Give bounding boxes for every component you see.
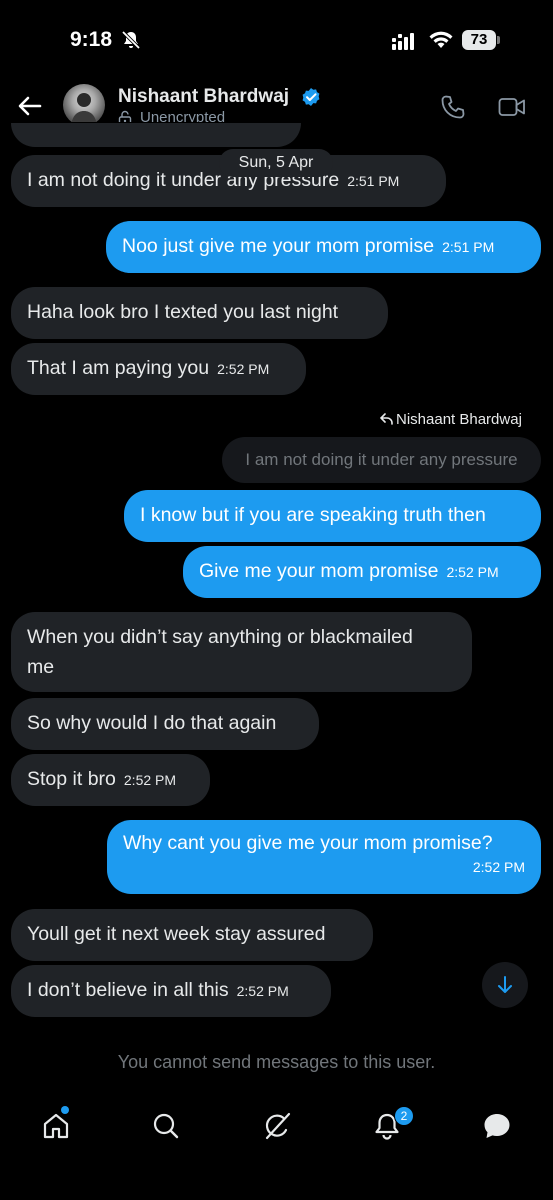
signal-icon xyxy=(392,33,414,50)
reply-label-text: Nishaant Bhardwaj xyxy=(396,411,522,428)
message-text: I don’t believe in all this xyxy=(27,979,229,1001)
status-time: 9:18 xyxy=(70,28,113,51)
battery-icon: 73 xyxy=(462,30,500,50)
message-time: 2:52 PM xyxy=(236,983,289,999)
message-text-line2: me xyxy=(27,656,55,678)
message-bubble[interactable]: Stop it bro 2:52 PM xyxy=(11,754,210,806)
message-text: When you didn’t say anything or blackmai… xyxy=(27,626,413,648)
wifi-icon xyxy=(429,31,453,48)
message-time: 2:52 PM xyxy=(446,564,499,580)
message-text: Why cant you give me your mom promise? xyxy=(123,832,493,854)
message-time: 2:51 PM xyxy=(347,173,400,189)
message-bubble[interactable]: Why cant you give me your mom promise? 2… xyxy=(107,820,541,894)
message-text: Stop it bro xyxy=(27,768,116,790)
verified-badge-icon xyxy=(302,88,320,106)
message-text: So why would I do that again xyxy=(27,712,277,734)
message-text: That I am paying you xyxy=(27,357,210,379)
video-icon[interactable] xyxy=(498,95,526,119)
message-bubble[interactable]: Noo just give me your mom promise 2:51 PM xyxy=(106,221,541,273)
message-bubble[interactable]: I know but if you are speaking truth the… xyxy=(124,490,541,542)
message-bubble[interactable]: That I am paying you 2:52 PM xyxy=(11,343,306,395)
message-text: Give me your mom promise xyxy=(199,560,439,582)
message-bubble[interactable]: Haha look bro I texted you last night xyxy=(11,287,388,339)
scroll-to-bottom-button[interactable] xyxy=(482,962,528,1008)
message-text: I know but if you are speaking truth the… xyxy=(140,504,486,526)
phone-icon[interactable] xyxy=(440,94,466,120)
message-text: Noo just give me your mom promise xyxy=(122,235,435,257)
search-icon[interactable] xyxy=(151,1111,181,1141)
message-time: 2:51 PM xyxy=(442,239,495,255)
home-icon[interactable] xyxy=(41,1111,71,1141)
cannot-message-notice: You cannot send messages to this user. xyxy=(117,1052,436,1072)
bell-off-icon xyxy=(121,30,141,50)
message-time: 2:52 PM xyxy=(472,859,525,875)
battery-level: 73 xyxy=(470,31,488,48)
reply-label: Nishaant Bhardwaj xyxy=(380,411,522,428)
message-time: 2:52 PM xyxy=(217,361,270,377)
notification-badge: 2 xyxy=(394,1106,414,1126)
grok-icon[interactable] xyxy=(262,1111,292,1141)
reply-icon xyxy=(380,413,393,425)
message-text: Haha look bro I texted you last night xyxy=(27,301,339,323)
arrow-left-icon[interactable] xyxy=(16,92,44,120)
message-bubble-clipped xyxy=(11,122,301,147)
date-separator: Sun, 5 Apr xyxy=(219,149,333,177)
avatar[interactable] xyxy=(63,84,105,126)
message-bubble[interactable]: When you didn’t say anything or blackmai… xyxy=(11,612,472,692)
message-time: 2:52 PM xyxy=(123,772,177,788)
message-bubble[interactable]: Give me your mom promise 2:52 PM xyxy=(183,546,541,598)
contact-name[interactable]: Nishaant Bhardwaj xyxy=(118,86,289,108)
message-bubble[interactable]: So why would I do that again xyxy=(11,698,319,750)
home-unread-dot xyxy=(61,1106,69,1114)
reply-quote[interactable]: I am not doing it under any pressure xyxy=(222,437,541,483)
messages-icon[interactable] xyxy=(482,1111,512,1141)
message-text: Youll get it next week stay assured xyxy=(27,923,326,945)
message-bubble[interactable]: I don’t believe in all this 2:52 PM xyxy=(11,965,331,1017)
message-bubble[interactable]: Youll get it next week stay assured xyxy=(11,909,373,961)
arrow-down-icon xyxy=(498,976,512,993)
